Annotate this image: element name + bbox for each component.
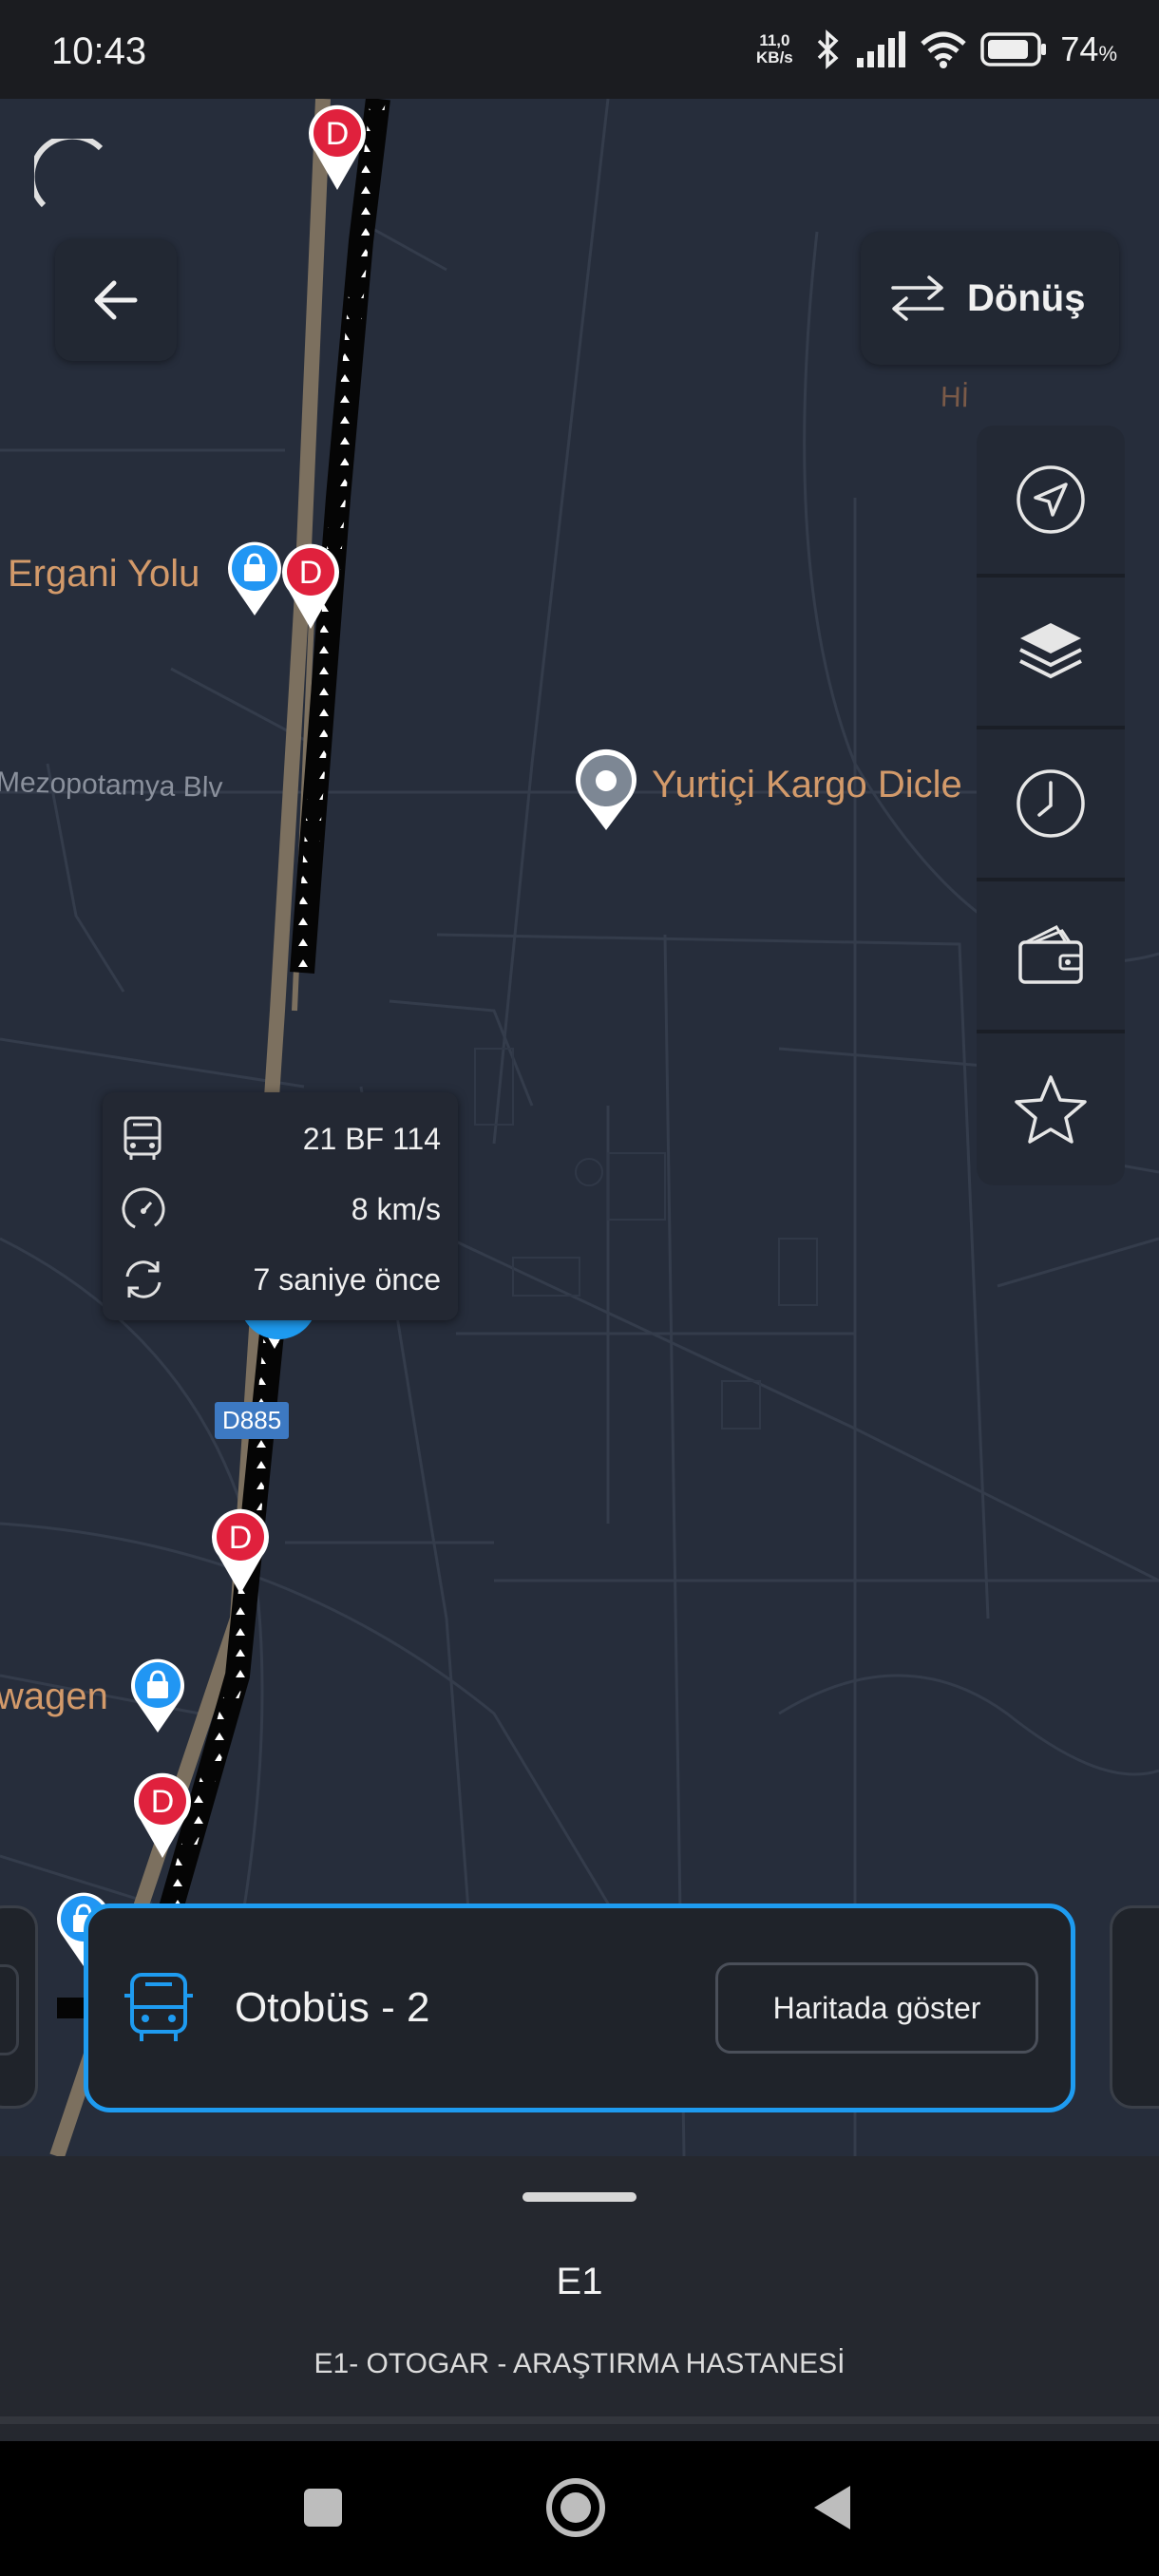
layers-icon <box>1019 623 1082 679</box>
refresh-icon <box>125 1260 162 1298</box>
sheet-divider <box>0 2416 1159 2424</box>
map-label-wagen: wagen <box>0 1676 108 1717</box>
sheet-drag-handle[interactable] <box>522 2192 636 2202</box>
next-bus-card[interactable] <box>1110 1905 1159 2109</box>
show-on-map-button[interactable]: Haritada göster <box>715 1962 1038 2054</box>
map-layers-button[interactable] <box>977 578 1125 729</box>
return-label: Dönüş <box>967 276 1086 319</box>
home-circle-icon <box>546 2478 605 2537</box>
navigation-arrow-icon <box>1016 465 1085 534</box>
map-label-hi: Hİ <box>940 381 970 414</box>
popup-plate-row: 21 BF 114 <box>120 1104 441 1174</box>
battery-percent: 74% <box>1060 29 1117 68</box>
battery-icon <box>980 32 1047 66</box>
vehicle-speed: 8 km/s <box>351 1191 441 1226</box>
svg-text:D: D <box>151 1784 175 1820</box>
bluetooth-icon <box>818 29 839 69</box>
road-badge-d885: D885 <box>215 1402 290 1439</box>
back-nav-button[interactable] <box>794 2470 870 2546</box>
status-bar: 10:43 11,0 KB/s 74% <box>0 0 1159 99</box>
back-button[interactable] <box>55 239 177 361</box>
vehicle-plate: 21 BF 114 <box>302 1121 441 1156</box>
favorite-button[interactable] <box>977 1033 1125 1185</box>
popup-speed-row: 8 km/s <box>120 1174 441 1244</box>
bus-stop-marker[interactable]: D <box>306 103 369 199</box>
speedometer-icon <box>122 1187 165 1231</box>
fare-wallet-button[interactable] <box>977 881 1125 1033</box>
status-time: 10:43 <box>51 30 147 72</box>
home-button[interactable] <box>538 2470 614 2546</box>
vehicle-info-popup: 21 BF 114 8 km/s 7 saniye önce <box>103 1092 458 1320</box>
schedule-button[interactable] <box>977 729 1125 881</box>
svg-text:D: D <box>326 116 350 152</box>
popup-updated-row: 7 saniye önce <box>120 1244 441 1315</box>
swap-arrows-icon <box>891 275 944 321</box>
map-label-yurtici: Yurtiçi Kargo Dicle <box>652 764 962 805</box>
loading-arc-icon <box>34 139 104 208</box>
signal-icon <box>857 31 906 67</box>
network-speed: 11,0 KB/s <box>756 31 793 66</box>
bus-stop-marker[interactable]: D <box>209 1506 272 1602</box>
my-location-button[interactable] <box>977 426 1125 578</box>
bus-icon <box>124 1973 193 2041</box>
bus-icon <box>124 1116 162 1160</box>
map-tools-panel <box>977 426 1125 1185</box>
recents-button[interactable] <box>285 2470 361 2546</box>
svg-text:D: D <box>229 1520 253 1556</box>
clock-icon <box>1016 769 1085 838</box>
previous-card-button[interactable] <box>0 1964 19 2055</box>
route-code: E1 <box>556 2261 603 2302</box>
map-label-mezopotamya: Mezopotamya Blv <box>0 766 223 805</box>
svg-text:D: D <box>299 555 323 591</box>
location-pin-icon[interactable] <box>570 748 642 839</box>
bus-card-title: Otobüs - 2 <box>235 1984 430 2031</box>
star-icon <box>1015 1075 1087 1144</box>
shopping-bag-icon[interactable] <box>224 540 285 624</box>
status-icons: 11,0 KB/s 74% <box>749 28 1117 70</box>
system-nav-bar <box>0 2441 1159 2576</box>
bus-stop-marker[interactable]: D <box>131 1771 194 1866</box>
map-view[interactable]: Ergani Yolu Mezopotamya Blv Yurtiçi Karg… <box>0 99 1159 2156</box>
wallet-icon <box>1018 925 1083 984</box>
selected-bus-card[interactable]: Otobüs - 2 Haritada göster <box>84 1904 1075 2112</box>
back-triangle-icon <box>814 2486 850 2529</box>
square-icon <box>304 2489 342 2527</box>
last-update-time: 7 saniye önce <box>253 1261 441 1297</box>
bus-stop-marker[interactable]: D <box>279 541 342 637</box>
shopping-bag-icon[interactable] <box>127 1657 188 1741</box>
arrow-left-icon <box>94 280 138 320</box>
route-name: E1- OTOGAR - ARAŞTIRMA HASTANESİ <box>314 2348 846 2379</box>
map-label-ergani: Ergani Yolu <box>8 553 200 595</box>
wifi-icon <box>921 31 967 68</box>
return-direction-button[interactable]: Dönüş <box>861 232 1119 365</box>
route-bottom-sheet[interactable]: E1 E1- OTOGAR - ARAŞTIRMA HASTANESİ <box>0 2156 1159 2441</box>
